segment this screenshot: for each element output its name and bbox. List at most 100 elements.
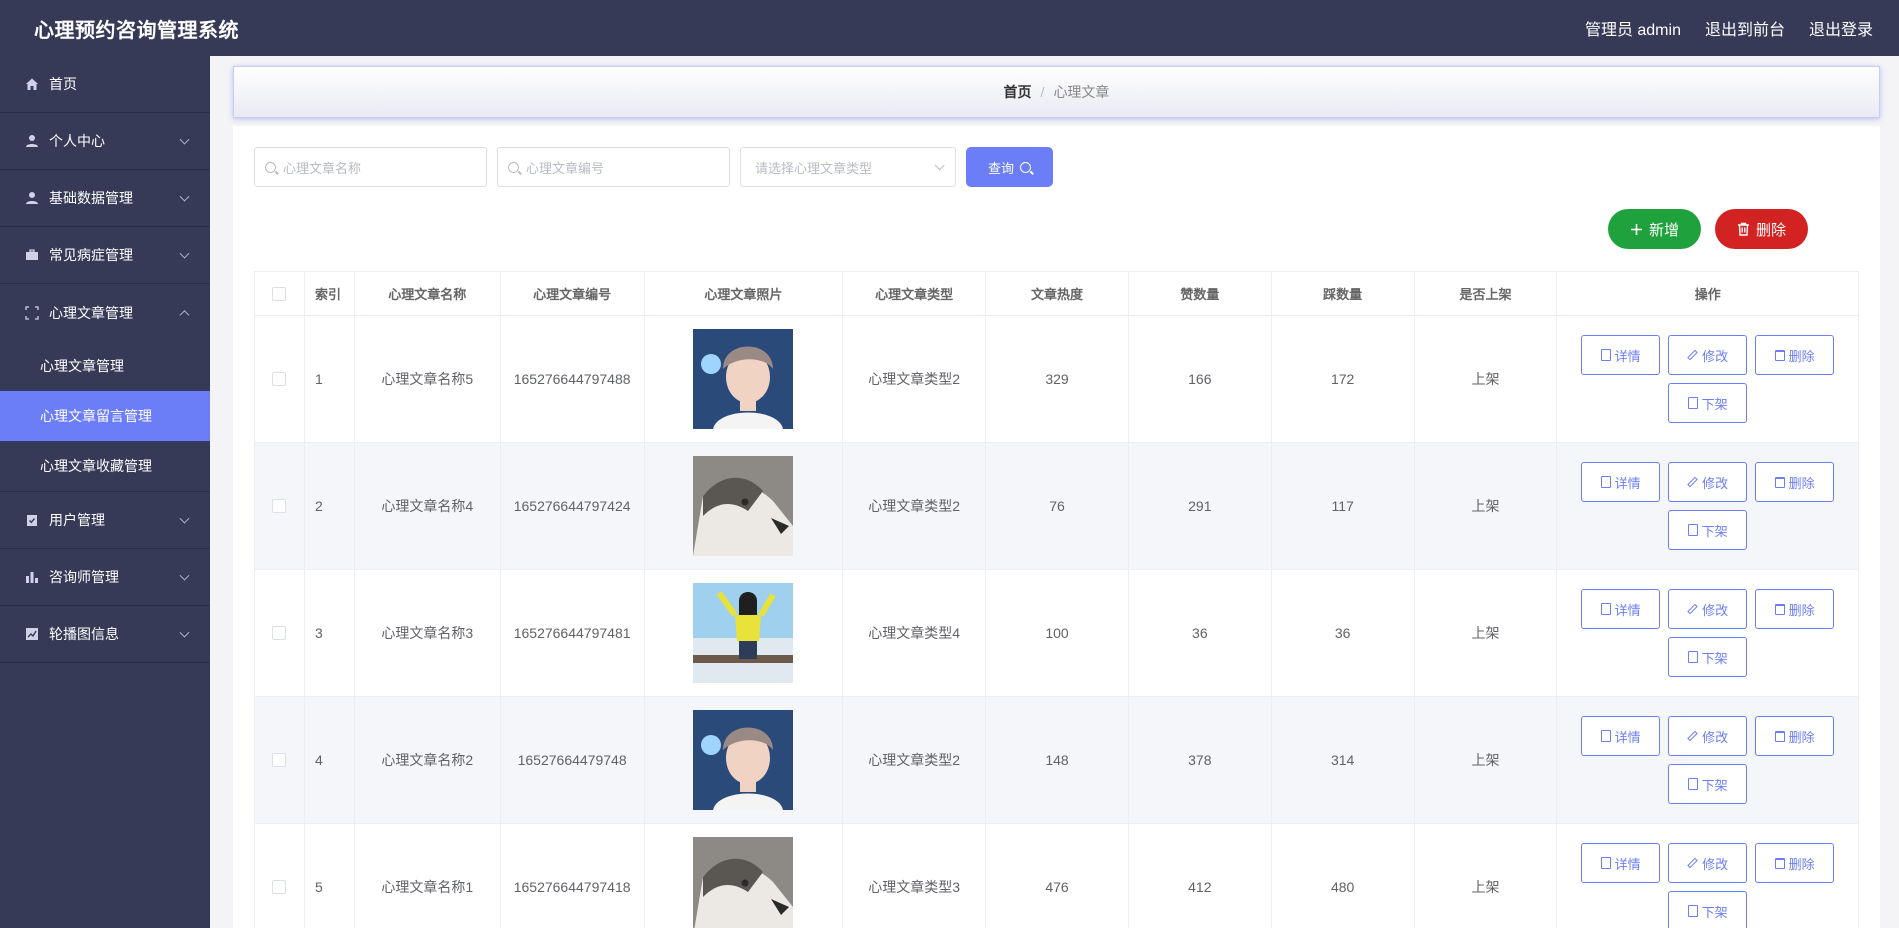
cell-type: 心理文章类型3 [843, 824, 987, 928]
edit-icon [1687, 476, 1698, 488]
article-photo [693, 710, 794, 810]
query-button[interactable]: 查询 [966, 147, 1053, 187]
cell-likes: 36 [1129, 570, 1272, 696]
edit-button[interactable]: 修改 [1668, 716, 1748, 756]
sidebar-subitem-article-favorites[interactable]: 心理文章收藏管理 [0, 441, 210, 491]
exit-to-front-link[interactable]: 退出到前台 [1705, 16, 1785, 40]
document-icon [1687, 524, 1698, 536]
header-hot: 文章热度 [986, 272, 1129, 315]
detail-button[interactable]: 详情 [1581, 589, 1661, 629]
header-dislikes: 踩数量 [1272, 272, 1415, 315]
sidebar-item-home[interactable]: 首页 [0, 56, 210, 113]
article-code-placeholder: 心理文章编号 [526, 160, 605, 176]
add-button[interactable]: 新增 [1608, 209, 1701, 249]
sidebar-item-articles[interactable]: 心理文章管理 [0, 284, 210, 341]
header-actions: 操作 [1694, 287, 1721, 302]
row-checkbox[interactable] [272, 880, 287, 894]
cell-hot: 148 [986, 697, 1129, 823]
offshelf-label: 下架 [1701, 904, 1728, 920]
cell-index: 5 [305, 824, 355, 928]
user-icon [24, 190, 40, 206]
edit-button[interactable]: 修改 [1668, 589, 1748, 629]
edit-button[interactable]: 修改 [1668, 843, 1748, 883]
sidebar-item-users[interactable]: 用户管理 [0, 492, 210, 549]
sidebar-item-personal-center[interactable]: 个人中心 [0, 113, 210, 170]
edit-icon [1687, 730, 1698, 742]
edit-button[interactable]: 修改 [1668, 335, 1748, 375]
cell-index: 3 [305, 570, 355, 696]
sidebar-item-label: 轮播图信息 [49, 626, 119, 642]
row-checkbox[interactable] [272, 372, 287, 386]
cell-code: 165276644797424 [501, 443, 645, 569]
detail-button[interactable]: 详情 [1581, 462, 1661, 502]
bar-chart-icon [24, 569, 40, 585]
cell-dislikes: 117 [1272, 443, 1415, 569]
article-photo [693, 329, 794, 429]
delete-button[interactable]: 删除 [1755, 716, 1835, 756]
cell-code: 16527664479748 [501, 697, 645, 823]
header-code: 心理文章编号 [501, 272, 645, 315]
cell-index: 4 [305, 697, 355, 823]
delete-button[interactable]: 删除 [1755, 843, 1835, 883]
delete-button[interactable]: 删除 [1755, 589, 1835, 629]
row-select-cell [255, 824, 305, 928]
table-body: 1 心理文章名称5 165276644797488 心理文章类型2 329 166 172 上… [255, 316, 1858, 928]
off-shelf-button[interactable]: 下架 [1668, 383, 1748, 423]
trash-icon [1774, 476, 1785, 488]
article-name-search-input[interactable]: 心理文章名称 [254, 147, 487, 187]
sidebar-subitem-article-manage[interactable]: 心理文章管理 [0, 341, 210, 391]
off-shelf-button[interactable]: 下架 [1668, 637, 1748, 677]
header-index: 索引 [305, 272, 355, 315]
batch-delete-button[interactable]: 删除 [1715, 209, 1808, 249]
article-type-select[interactable]: 请选择心理文章类型 [740, 147, 956, 187]
admin-label[interactable]: 管理员 admin [1585, 16, 1681, 40]
detail-button[interactable]: 详情 [1581, 716, 1661, 756]
detail-button[interactable]: 详情 [1581, 843, 1661, 883]
document-icon [1687, 778, 1698, 790]
row-checkbox[interactable] [272, 499, 287, 513]
trash-icon [1737, 222, 1749, 236]
edit-button[interactable]: 修改 [1668, 462, 1748, 502]
remove-label: 删除 [1788, 856, 1815, 872]
article-code-search-input[interactable]: 心理文章编号 [497, 147, 730, 187]
detail-label: 详情 [1614, 729, 1641, 745]
sidebar-item-common-symptoms[interactable]: 常见病症管理 [0, 227, 210, 284]
offshelf-label: 下架 [1701, 396, 1728, 412]
row-checkbox[interactable] [272, 626, 287, 640]
table-header-row: 索引 心理文章名称 心理文章编号 心理文章照片 心理文章类型 文章热度 赞数量 … [255, 272, 1858, 316]
sidebar-item-label: 常见病症管理 [49, 247, 133, 263]
offshelf-label: 下架 [1701, 777, 1728, 793]
sidebar-item-carousel[interactable]: 轮播图信息 [0, 606, 210, 663]
off-shelf-button[interactable]: 下架 [1668, 764, 1748, 804]
row-checkbox[interactable] [272, 753, 287, 767]
chevron-down-icon [179, 248, 190, 259]
chart-line-icon [24, 626, 40, 642]
breadcrumb-home[interactable]: 首页 [1004, 82, 1032, 102]
remove-label: 删除 [1788, 729, 1815, 745]
cell-status: 上架 [1415, 316, 1558, 442]
trash-icon [1774, 603, 1785, 615]
cell-status: 上架 [1415, 824, 1558, 928]
edit-label: 修改 [1702, 856, 1729, 872]
header-photo: 心理文章照片 [645, 272, 844, 315]
off-shelf-button[interactable]: 下架 [1668, 510, 1748, 550]
sidebar-subitem-article-comments[interactable]: 心理文章留言管理 [0, 391, 210, 441]
delete-button[interactable]: 删除 [1755, 462, 1835, 502]
offshelf-label: 下架 [1701, 523, 1728, 539]
edit-label: 修改 [1702, 475, 1729, 491]
cell-dislikes: 172 [1272, 316, 1415, 442]
row-select-cell [255, 316, 305, 442]
article-photo [693, 583, 794, 683]
row-select-cell [255, 443, 305, 569]
top-bar: 心理预约咨询管理系统 管理员 admin 退出到前台 退出登录 [0, 0, 1899, 56]
query-label: 查询 [987, 160, 1014, 176]
off-shelf-button[interactable]: 下架 [1668, 891, 1748, 928]
select-all-checkbox[interactable] [272, 286, 287, 301]
sidebar-item-counselors[interactable]: 咨询师管理 [0, 549, 210, 606]
sidebar-item-basic-data[interactable]: 基础数据管理 [0, 170, 210, 227]
delete-button[interactable]: 删除 [1755, 335, 1835, 375]
detail-button[interactable]: 详情 [1581, 335, 1661, 375]
fullscreen-icon [24, 305, 40, 321]
logout-link[interactable]: 退出登录 [1809, 16, 1873, 40]
cell-actions: 详情 修改 删除下架 [1557, 443, 1858, 569]
